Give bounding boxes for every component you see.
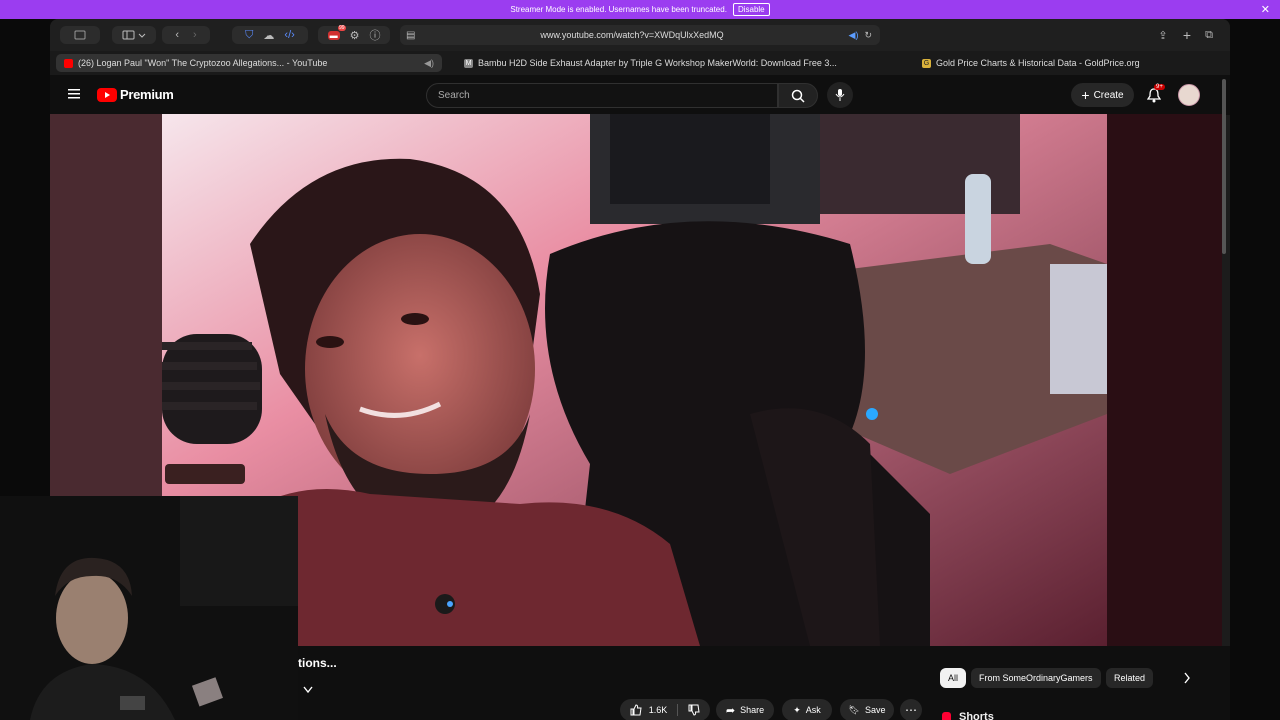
video-title: tions... [298,656,337,670]
cloud-icon[interactable]: ☁ [263,29,274,42]
site-settings-icon[interactable]: ▤ [406,30,415,41]
browser-toolbar: ‹ › ⛉ ☁ ‹/› ▬ 99 ⚙ ⓘ ▤ www.youtube.com/wa… [50,19,1230,51]
shield-icon[interactable]: ⛉ [245,29,253,42]
shorts-icon [942,711,951,720]
extension-icon[interactable]: ▬ 99 [327,24,346,40]
nav-buttons: ‹ › [162,26,210,44]
search-placeholder: Search [438,90,470,101]
youtube-play-icon [97,87,117,102]
chip-related[interactable]: Related [1106,668,1154,688]
search-button[interactable] [778,83,818,108]
speaker-icon[interactable]: ◀) [849,30,859,41]
chevron-right-icon[interactable] [1183,672,1191,684]
chevron-down-icon[interactable] [303,686,313,694]
webcam-feed [0,496,298,720]
share-label: Share [740,705,765,715]
extensions-group: ⛉ ☁ ‹/› [232,26,308,44]
save-button[interactable]: 🔖︎ Save [840,699,894,720]
divider [677,704,679,716]
webcam-overlay [0,496,298,720]
tab-bar: (26) Logan Paul "Won" The Cryptozoo Alle… [50,51,1230,75]
logo-text: Premium [120,87,174,102]
tab-label: (26) Logan Paul "Won" The Cryptozoo Alle… [78,58,328,68]
chip-from-channel[interactable]: From SomeOrdinaryGamers [971,668,1101,688]
like-count: 1.6K [648,705,668,715]
tab-youtube[interactable]: (26) Logan Paul "Won" The Cryptozoo Alle… [56,54,442,72]
voice-search-button[interactable] [827,82,853,108]
tab-audio-icon[interactable]: ◀) [424,58,434,69]
youtube-masthead: Premium Search + Create 9+ [50,75,1230,115]
streamer-mode-banner: Streamer Mode is enabled. Usernames have… [0,0,1280,19]
share-arrow-icon: ➦ [725,704,736,717]
tab-goldprice[interactable]: G Gold Price Charts & Historical Data - … [914,54,1214,72]
disable-button[interactable]: Disable [732,3,770,16]
search-input[interactable]: Search [426,83,778,108]
url-text: www.youtube.com/watch?v=XWDqUlxXedMQ [540,30,724,40]
page-scrollbar[interactable] [1222,79,1226,254]
save-label: Save [864,705,886,715]
back-icon[interactable]: ‹ [175,29,179,41]
share-icon[interactable]: ⇪ [1156,26,1170,44]
sidebar-toggle-icon[interactable] [112,26,156,44]
extensions-group-2: ▬ 99 ⚙ ⓘ [318,24,390,44]
tab-label: Gold Price Charts & Historical Data - Go… [936,58,1140,68]
create-button[interactable]: + Create [1071,83,1134,107]
info-icon[interactable]: ⓘ [369,27,380,43]
new-tab-icon[interactable]: + [1180,26,1194,44]
more-icon: ⋯ [905,703,917,717]
dislike-button[interactable] [688,704,700,716]
extension-badge: 99 [338,24,346,31]
avatar[interactable] [1178,84,1200,106]
tab-makerworld[interactable]: M Bambu H2D Side Exhaust Adapter by Trip… [456,54,842,72]
menu-icon[interactable] [68,88,80,100]
close-icon[interactable]: ✕ [1261,3,1270,16]
sparkle-icon: ✦ [793,704,801,715]
banner-text: Streamer Mode is enabled. Usernames have… [510,5,727,14]
code-icon[interactable]: ‹/› [284,29,294,41]
notification-badge: 9+ [1154,84,1165,90]
tabs-icon[interactable]: ⧉ [1202,26,1216,44]
ask-button[interactable]: ✦ Ask [782,699,832,720]
create-label: Create [1093,89,1124,101]
share-button[interactable]: ➦ Share [716,699,774,720]
thumbs-up-icon [630,704,642,716]
thumbs-down-icon [688,704,700,716]
address-bar[interactable]: ▤ www.youtube.com/watch?v=XWDqUlxXedMQ ◀… [400,25,880,45]
like-dislike-group: 1.6K [620,699,710,720]
like-button[interactable]: 1.6K [630,704,668,716]
shorts-label: Shorts [959,711,994,720]
reload-icon[interactable]: ↻ [864,30,872,41]
tab-label: Bambu H2D Side Exhaust Adapter by Triple… [478,58,837,68]
makerworld-favicon: M [464,58,473,68]
chip-all[interactable]: All [940,668,967,688]
search-icon [791,89,805,103]
gear-icon[interactable]: ⚙ [350,29,360,42]
forward-icon[interactable]: › [193,29,197,41]
mic-icon [835,89,845,101]
plus-icon: + [1081,87,1090,103]
youtube-favicon [64,58,73,68]
goldprice-favicon: G [922,58,931,68]
more-actions-button[interactable]: ⋯ [900,699,922,720]
youtube-logo[interactable]: Premium [97,87,174,102]
shorts-header: Shorts [942,711,994,720]
bookmark-icon: 🔖︎ [848,704,860,715]
tab-overview-icon[interactable] [60,26,100,44]
ask-label: Ask [805,705,821,715]
